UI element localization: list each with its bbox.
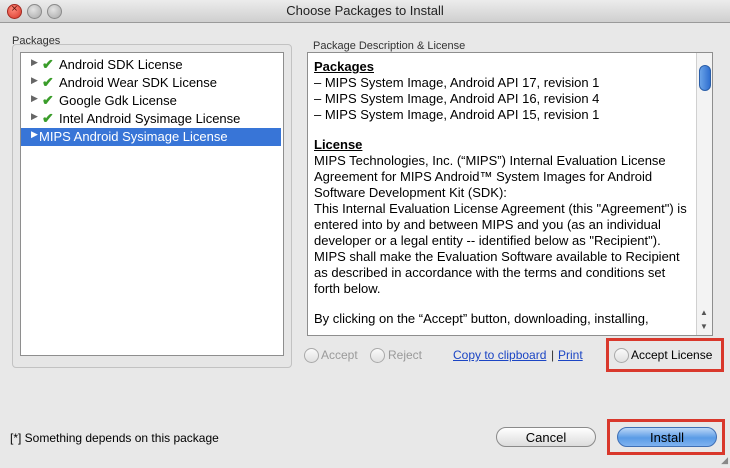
package-item-label: MIPS Android Sysimage License — [39, 129, 228, 144]
package-item-label: Intel Android Sysimage License — [59, 111, 241, 126]
disclosure-triangle-icon[interactable]: ▶ — [31, 129, 38, 140]
window-titlebar: × Choose Packages to Install — [0, 0, 730, 23]
license-text-area[interactable]: Packages – MIPS System Image, Android AP… — [307, 52, 713, 336]
install-highlight — [607, 419, 725, 455]
scroll-up-icon[interactable]: ▲ — [700, 308, 708, 317]
accept-radio[interactable] — [304, 348, 319, 363]
packages-heading: Packages — [314, 59, 374, 74]
window-title: Choose Packages to Install — [286, 3, 444, 18]
reject-radio[interactable] — [370, 348, 385, 363]
link-separator: | — [551, 348, 555, 362]
checkmark-icon: ✔ — [42, 110, 54, 126]
packages-group-label: Packages — [12, 35, 61, 47]
packages-list[interactable]: ▶ ✔ Android SDK License ▶ ✔ Android Wear… — [20, 52, 284, 356]
checkmark-icon: ✔ — [42, 74, 54, 90]
accept-license-highlight — [606, 338, 724, 372]
package-item-label: Android SDK License — [59, 57, 183, 72]
package-item-google-gdk[interactable]: ▶ ✔ Google Gdk License — [21, 92, 281, 110]
license-paragraph: MIPS Technologies, Inc. (“MIPS”) Interna… — [314, 153, 666, 200]
vertical-scrollbar[interactable]: ▲ ▼ — [696, 53, 712, 335]
license-paragraph: By clicking on the “Accept” button, down… — [314, 311, 649, 326]
dependency-note: [*] Something depends on this package — [10, 431, 219, 445]
package-line: – MIPS System Image, Android API 17, rev… — [314, 75, 600, 90]
scroll-down-icon[interactable]: ▼ — [700, 322, 708, 331]
package-item-label: Google Gdk License — [59, 93, 177, 108]
description-group-label: Package Description & License — [313, 40, 466, 52]
license-text: Packages – MIPS System Image, Android AP… — [314, 59, 692, 327]
license-paragraph: This Internal Evaluation License Agreeme… — [314, 201, 687, 296]
scroll-thumb[interactable] — [699, 65, 711, 91]
package-item-intel-sysimage[interactable]: ▶ ✔ Intel Android Sysimage License — [21, 110, 281, 128]
disclosure-triangle-icon[interactable]: ▶ — [31, 75, 38, 86]
resize-grip-icon[interactable]: ◢ — [721, 455, 728, 466]
reject-radio-label: Reject — [388, 348, 423, 362]
cancel-button[interactable]: Cancel — [496, 427, 596, 447]
package-line: – MIPS System Image, Android API 16, rev… — [314, 91, 600, 106]
package-item-label: Android Wear SDK License — [59, 75, 218, 90]
copy-to-clipboard-link[interactable]: Copy to clipboard — [453, 348, 546, 362]
package-line: – MIPS System Image, Android API 15, rev… — [314, 107, 600, 122]
checkmark-icon: ✔ — [42, 56, 54, 72]
disclosure-triangle-icon[interactable]: ▶ — [31, 57, 38, 68]
checkmark-icon: ✔ — [42, 92, 54, 108]
accept-radio-label: Accept — [321, 348, 358, 362]
package-item-mips-sysimage[interactable]: ▶ MIPS Android Sysimage License — [21, 128, 281, 146]
license-heading: License — [314, 137, 363, 152]
print-link[interactable]: Print — [558, 348, 583, 362]
package-item-android-wear-sdk[interactable]: ▶ ✔ Android Wear SDK License — [21, 74, 281, 92]
disclosure-triangle-icon[interactable]: ▶ — [31, 93, 38, 104]
package-item-android-sdk[interactable]: ▶ ✔ Android SDK License — [21, 56, 281, 74]
disclosure-triangle-icon[interactable]: ▶ — [31, 111, 38, 122]
